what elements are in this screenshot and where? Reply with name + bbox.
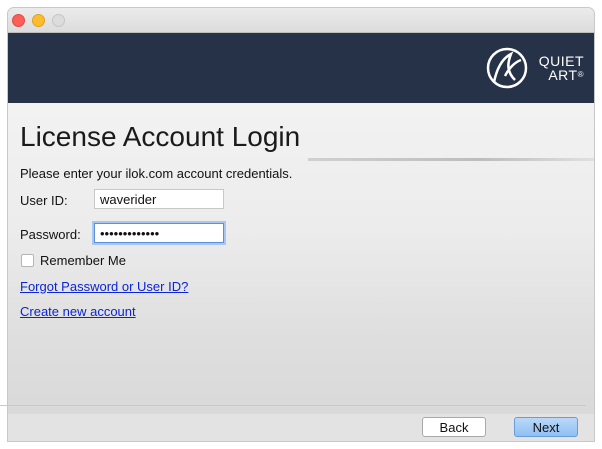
app-window: QUIET ART® License Account Login Please … xyxy=(8,8,594,441)
forgot-password-link[interactable]: Forgot Password or User ID? xyxy=(20,279,188,294)
logo-line-art: ART xyxy=(548,67,578,83)
logo-wordmark: QUIET ART® xyxy=(539,54,584,82)
page-title: License Account Login xyxy=(20,121,301,152)
close-window-button[interactable] xyxy=(12,14,25,27)
user-id-label: User ID: xyxy=(20,193,68,208)
create-account-link[interactable]: Create new account xyxy=(20,304,136,319)
title-bar xyxy=(8,8,594,33)
back-button[interactable]: Back xyxy=(422,417,486,437)
password-label: Password: xyxy=(20,227,81,242)
user-id-field[interactable] xyxy=(94,189,224,209)
footer-divider xyxy=(0,405,586,406)
brand-header: QUIET ART® xyxy=(8,33,594,103)
quiet-art-logo: QUIET ART® xyxy=(481,43,584,93)
title-divider xyxy=(308,158,594,161)
registered-mark: ® xyxy=(577,70,584,79)
minimize-window-button[interactable] xyxy=(32,14,45,27)
logo-line-quiet: QUIET xyxy=(538,53,584,69)
remember-me-checkbox[interactable] xyxy=(21,254,34,267)
quiet-art-logo-mark-icon xyxy=(486,47,527,89)
button-bar xyxy=(8,414,594,441)
password-field[interactable] xyxy=(94,223,224,243)
next-button[interactable]: Next xyxy=(514,417,578,437)
remember-me-label[interactable]: Remember Me xyxy=(40,253,126,268)
maximize-window-button[interactable] xyxy=(52,14,65,27)
instruction-text: Please enter your ilok.com account crede… xyxy=(20,166,293,181)
login-panel: License Account Login Please enter your … xyxy=(8,103,594,419)
